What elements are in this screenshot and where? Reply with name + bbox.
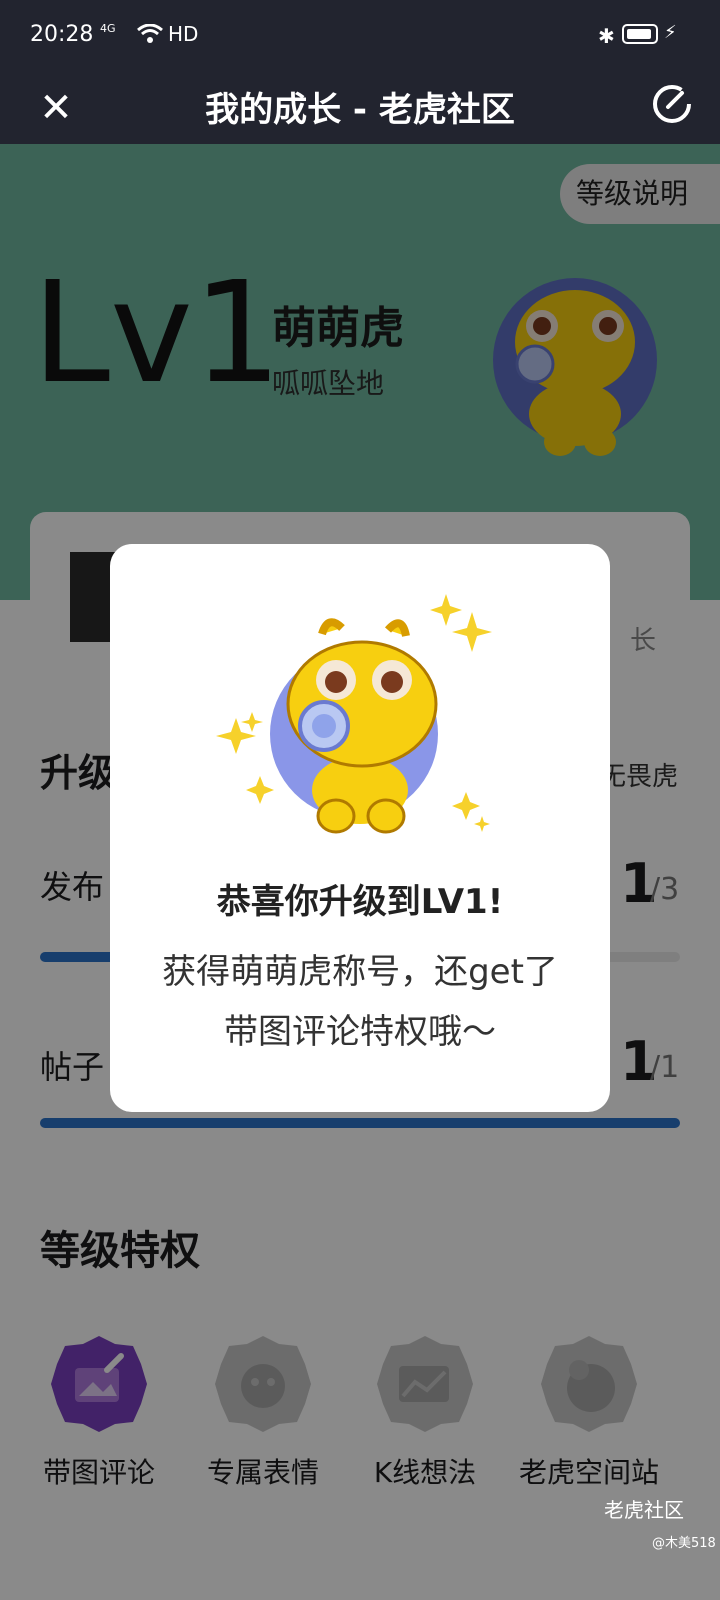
dialog-message-line2: 带图评论特权哦～: [224, 1012, 496, 1052]
signal-icon: 4G: [100, 22, 116, 35]
refresh-icon[interactable]: [648, 80, 696, 128]
charging-icon: ⚡: [664, 22, 677, 43]
level-up-dialog[interactable]: 恭喜你升级到LV1! 获得萌萌虎称号，还get了 带图评论特权哦～: [110, 544, 610, 1112]
nav-bar: ✕ 我的成长 - 老虎社区: [0, 72, 720, 144]
status-time: 20:28: [30, 22, 94, 47]
dialog-headline: 恭喜你升级到LV1!: [216, 882, 504, 922]
wifi-icon: [137, 24, 163, 43]
page-title: 我的成长 - 老虎社区: [205, 90, 515, 130]
watermark-user: @木美518: [652, 1536, 716, 1551]
watermark-brand: 老虎社区: [604, 1498, 684, 1522]
battery-icon: [622, 24, 658, 44]
tiger-mascot-icon: [216, 594, 492, 834]
network-type: HD: [168, 22, 199, 46]
bluetooth-icon: ✱: [598, 24, 615, 48]
dialog-message-line1: 获得萌萌虎称号，还get了: [162, 952, 558, 992]
status-bar: 20:28 4G HD ✱ ⚡: [0, 0, 720, 72]
